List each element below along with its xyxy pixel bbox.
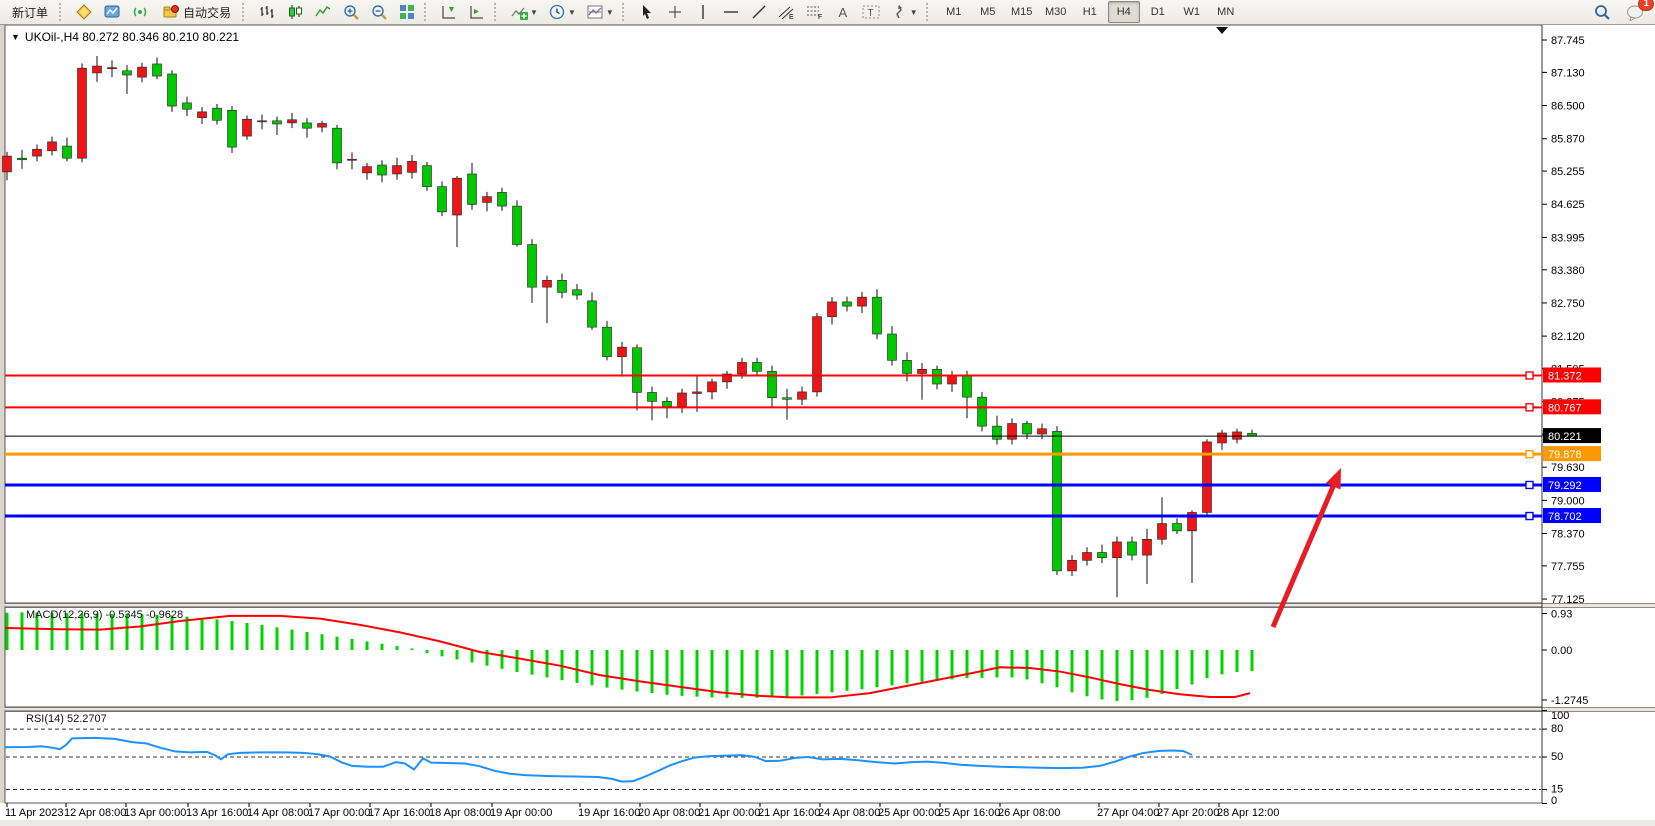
- timeframe-d1[interactable]: D1: [1142, 1, 1174, 23]
- trendline-tool-button[interactable]: [746, 1, 772, 23]
- terminal-icon: [103, 3, 121, 21]
- chart-title-text: UKOil-,H4 80.272 80.346 80.210 80.221: [25, 30, 239, 44]
- toolbar: 新订单 自动交易 ▼ ▼ ▼ E F A T ▼ M1M5M15M30H1H4D…: [0, 0, 1655, 25]
- text-label-icon: T: [862, 3, 880, 21]
- trendline-icon: [750, 3, 768, 21]
- clock-icon: [548, 3, 566, 21]
- templates-button[interactable]: ▼: [582, 1, 618, 23]
- timeframe-h4[interactable]: H4: [1108, 1, 1140, 23]
- chevron-down-icon: ▼: [568, 8, 576, 17]
- chevron-down-icon: ▼: [530, 8, 538, 17]
- autotrading-label: 自动交易: [183, 4, 231, 21]
- zoom-in-button[interactable]: [338, 1, 364, 23]
- tile-windows-icon: [398, 3, 416, 21]
- toolbar-grip: [59, 3, 66, 21]
- chart-shift-button[interactable]: [436, 1, 462, 23]
- cursor-icon: [638, 3, 656, 21]
- new-order-button[interactable]: 新订单: [5, 1, 55, 23]
- toolbar-grip: [242, 3, 249, 21]
- signals-button[interactable]: [127, 1, 153, 23]
- zoom-out-button[interactable]: [366, 1, 392, 23]
- periods-button[interactable]: ▼: [544, 1, 580, 23]
- chevron-down-icon: ▼: [606, 8, 614, 17]
- svg-text:F: F: [818, 14, 822, 20]
- toolbar-grip: [622, 3, 629, 21]
- chevron-down-icon: ▼: [11, 32, 20, 42]
- terminal-button[interactable]: [99, 1, 125, 23]
- toolbar-grip: [424, 3, 431, 21]
- templates-icon: [586, 3, 604, 21]
- toolbar-grip: [494, 3, 501, 21]
- timeframe-m5[interactable]: M5: [972, 1, 1004, 23]
- timeframe-group: M1M5M15M30H1H4D1W1MN: [937, 1, 1243, 23]
- notifications-button[interactable]: 1: [1622, 1, 1648, 23]
- chart-title: ▼ UKOil-,H4 80.272 80.346 80.210 80.221: [11, 30, 239, 44]
- timeframe-h1[interactable]: H1: [1074, 1, 1106, 23]
- price-axis[interactable]: [1543, 25, 1655, 803]
- auto-scroll-icon: [468, 3, 486, 21]
- arrows-tool-button[interactable]: ▼: [886, 1, 922, 23]
- timeframe-w1[interactable]: W1: [1176, 1, 1208, 23]
- toolbar-grip: [926, 3, 933, 21]
- notification-badge: 1: [1638, 0, 1654, 11]
- autotrading-icon: [162, 3, 180, 21]
- macd-panel[interactable]: [5, 607, 1542, 707]
- gold-diamond-icon: [75, 3, 93, 21]
- auto-scroll-button[interactable]: [464, 1, 490, 23]
- rsi-panel[interactable]: [5, 711, 1542, 803]
- tile-windows-button[interactable]: [394, 1, 420, 23]
- line-chart-icon: [314, 3, 332, 21]
- label-tool-button[interactable]: T: [858, 1, 884, 23]
- rsi-indicator-label: RSI(14) 52.2707: [26, 713, 107, 725]
- text-tool-button[interactable]: A: [830, 1, 856, 23]
- bar-chart-button[interactable]: [254, 1, 280, 23]
- fibonacci-tool-button[interactable]: F: [802, 1, 828, 23]
- autotrading-button[interactable]: 自动交易: [155, 1, 238, 23]
- vertical-line-icon: [694, 3, 712, 21]
- toolbar-right-group: 1: [1588, 1, 1649, 23]
- svg-text:T: T: [867, 8, 873, 19]
- signal-icon: [131, 3, 149, 21]
- arrows-icon: [890, 3, 908, 21]
- indicators-icon: [510, 3, 528, 21]
- zoom-out-icon: [370, 3, 388, 21]
- chart-shift-icon: [440, 3, 458, 21]
- metaquotes-button[interactable]: [71, 1, 97, 23]
- candlestick-chart-button[interactable]: [282, 1, 308, 23]
- timeframe-m1[interactable]: M1: [938, 1, 970, 23]
- search-icon: [1593, 3, 1611, 21]
- chevron-down-icon: ▼: [910, 8, 918, 17]
- crosshair-tool-button[interactable]: [662, 1, 688, 23]
- macd-indicator-label: MACD(12,26,9) -0.5345 -0.9628: [26, 609, 183, 621]
- vertical-line-tool-button[interactable]: [690, 1, 716, 23]
- cursor-tool-button[interactable]: [634, 1, 660, 23]
- indicators-button[interactable]: ▼: [506, 1, 542, 23]
- line-chart-button[interactable]: [310, 1, 336, 23]
- crosshair-icon: [666, 3, 684, 21]
- date-axis[interactable]: [0, 803, 1655, 826]
- fibonacci-icon: F: [806, 3, 824, 21]
- main-chart-area[interactable]: [5, 25, 1542, 603]
- bar-chart-icon: [258, 3, 276, 21]
- horizontal-line-icon: [722, 3, 740, 21]
- timeframe-m15[interactable]: M15: [1006, 1, 1038, 23]
- timeframe-mn[interactable]: MN: [1210, 1, 1242, 23]
- equidistant-channel-icon: E: [778, 3, 796, 21]
- zoom-in-icon: [342, 3, 360, 21]
- timeframe-m30[interactable]: M30: [1040, 1, 1072, 23]
- channel-tool-button[interactable]: E: [774, 1, 800, 23]
- horizontal-line-tool-button[interactable]: [718, 1, 744, 23]
- candlestick-icon: [286, 3, 304, 21]
- search-button[interactable]: [1589, 1, 1615, 23]
- text-icon: A: [834, 3, 852, 21]
- svg-text:E: E: [789, 14, 794, 20]
